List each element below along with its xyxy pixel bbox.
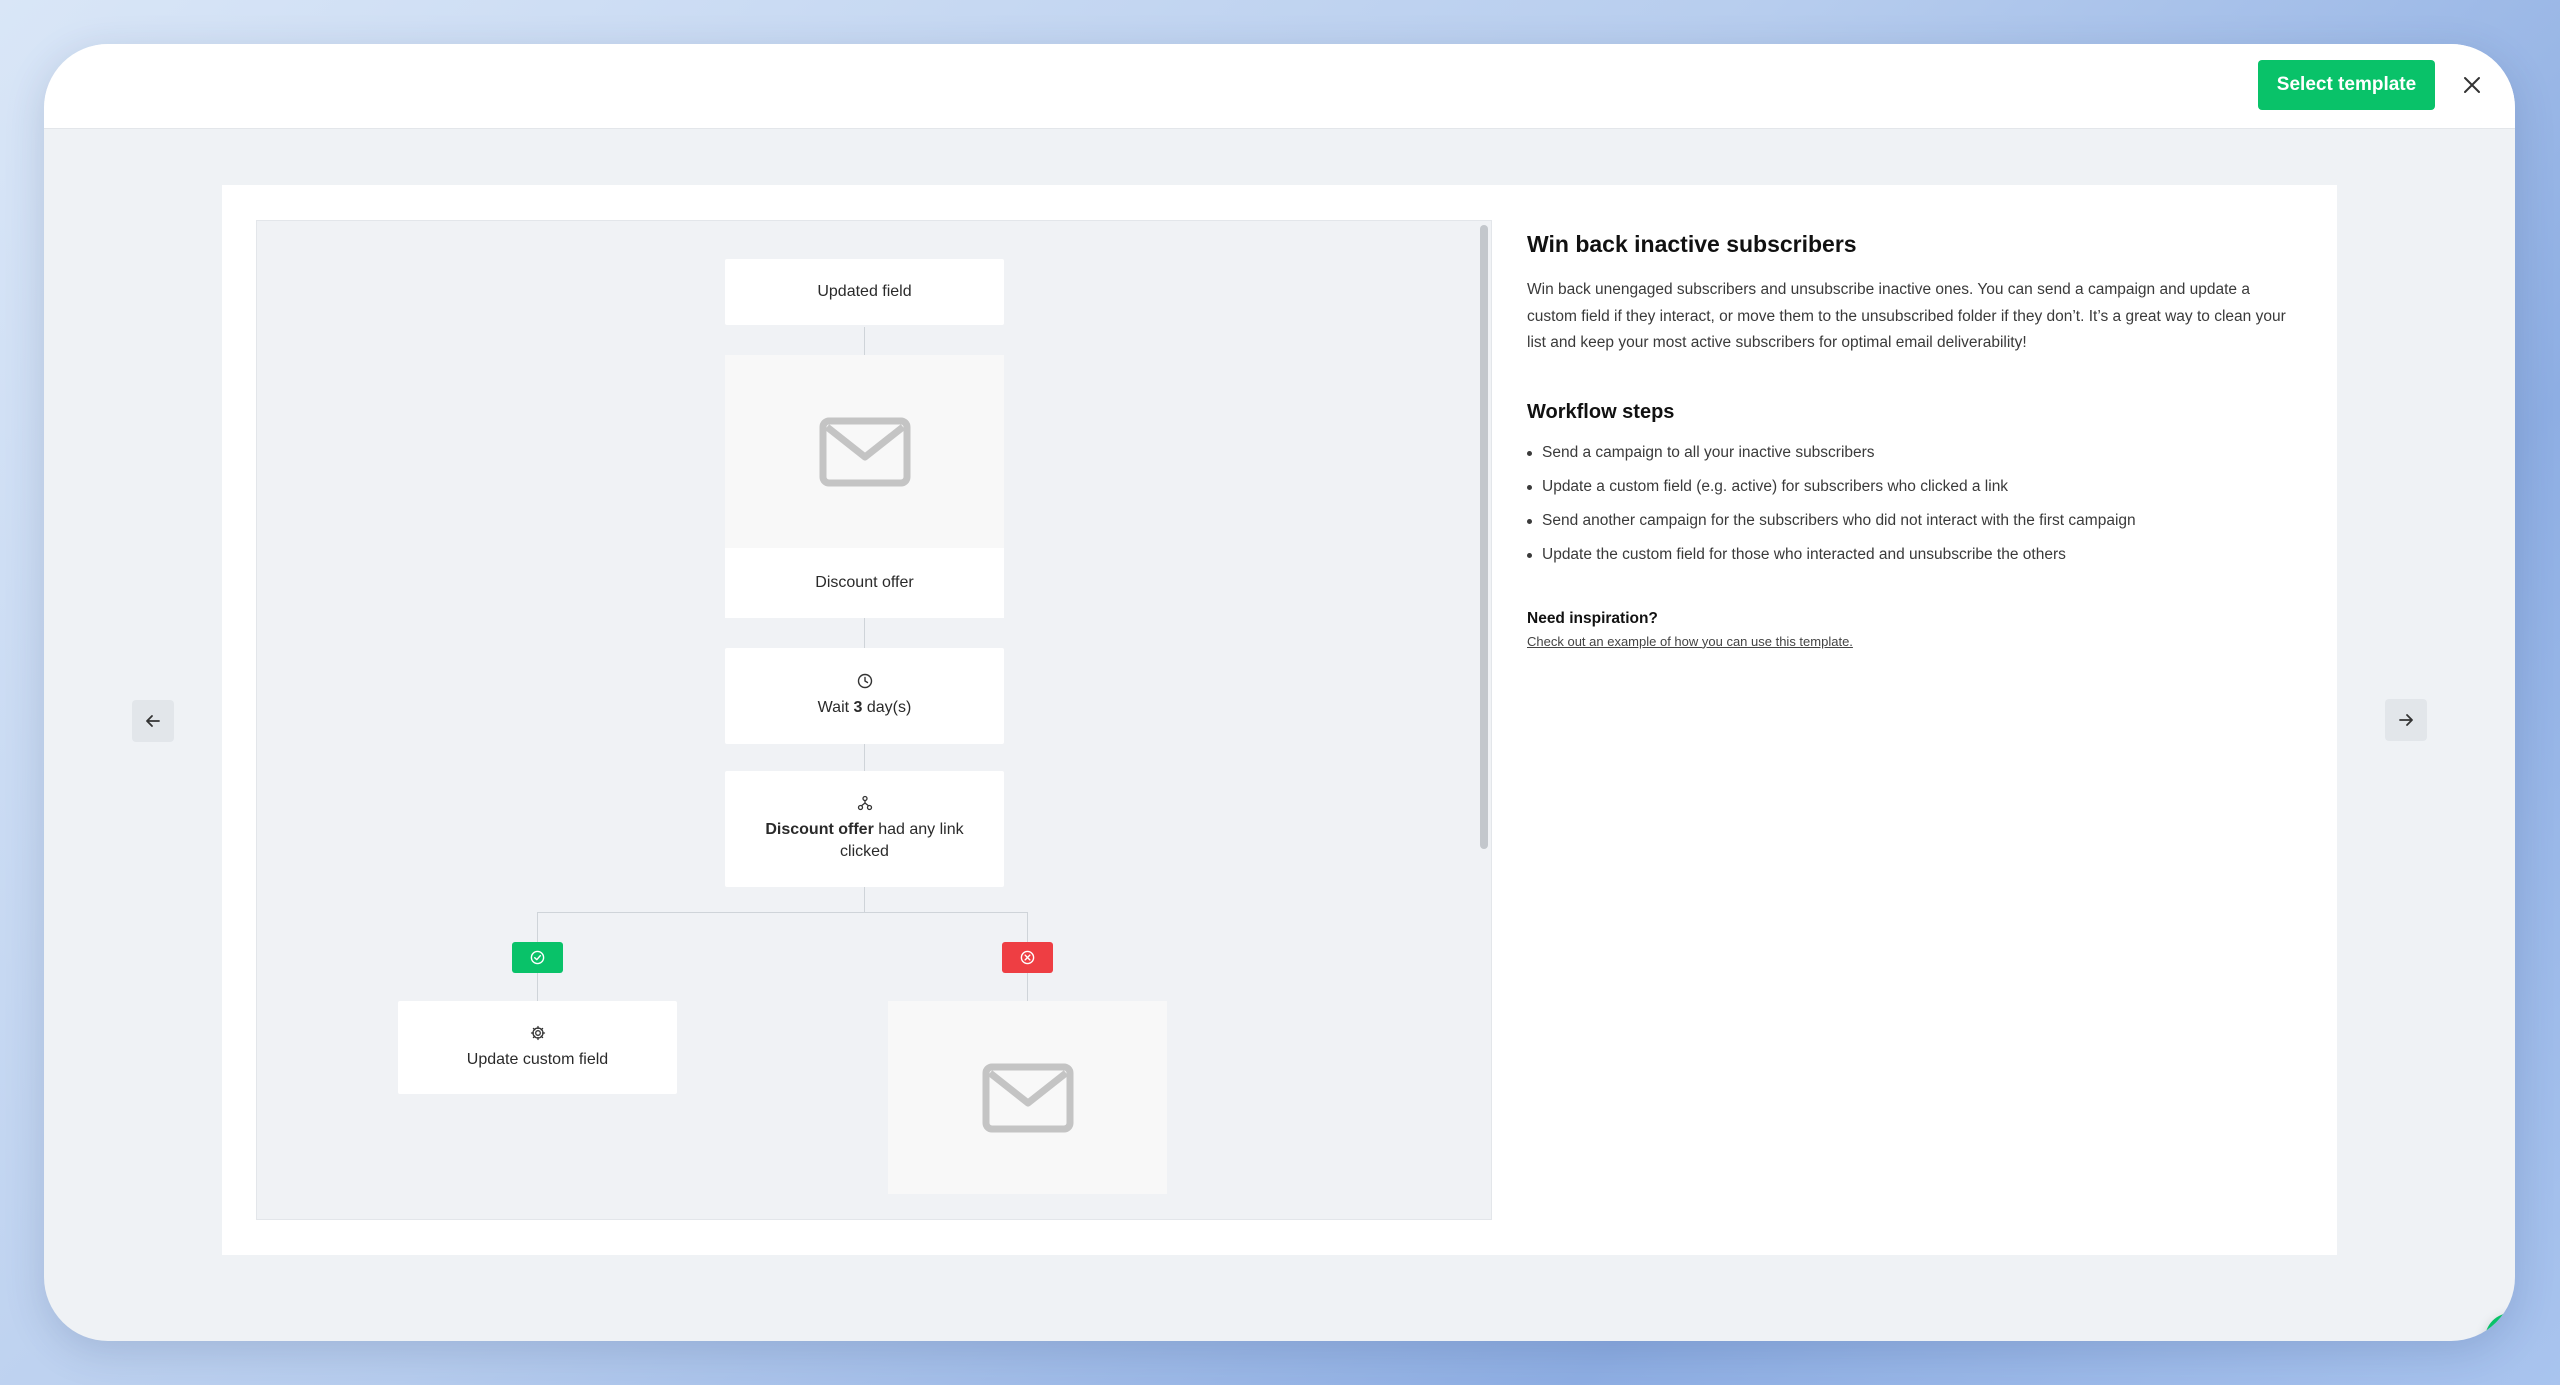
workflow-preview[interactable]: Updated field Discount offer Wait 3 day(… — [256, 220, 1492, 1220]
branch-connector — [537, 912, 1027, 913]
template-info: Win back inactive subscribers Win back u… — [1527, 231, 2287, 651]
workflow-steps-title: Workflow steps — [1527, 400, 1675, 423]
check-circle-icon — [530, 950, 545, 965]
template-description: Win back unengaged subscribers and unsub… — [1527, 281, 2286, 351]
x-circle-icon — [1020, 950, 1035, 965]
gear-icon — [530, 1025, 545, 1040]
yes-branch-badge — [512, 942, 563, 973]
template-preview-modal: Select template Updated field Discount o… — [44, 44, 2515, 1341]
connector-line — [1027, 973, 1028, 1001]
close-icon[interactable] — [2455, 68, 2489, 102]
workflow-step: Send a campaign to all your inactive sub… — [1527, 436, 2287, 470]
update-custom-field-label: Update custom field — [466, 1050, 609, 1068]
previous-template-button[interactable] — [132, 700, 174, 742]
update-custom-field-node[interactable]: Update custom field — [398, 1001, 677, 1094]
email-thumbnail — [725, 355, 1004, 548]
workflow-step: Update a custom field (e.g. active) for … — [1527, 470, 2287, 504]
next-template-button[interactable] — [2385, 699, 2427, 741]
workflow-step: Update the custom field for those who in… — [1527, 538, 2287, 572]
inspiration-link[interactable]: Check out an example of how you can use … — [1527, 634, 1853, 649]
connector-line — [864, 618, 865, 648]
modal-header: Select template — [44, 44, 2515, 129]
envelope-icon — [819, 417, 910, 486]
arrow-left-icon — [146, 715, 160, 727]
email-node-discount-offer[interactable]: Discount offer — [725, 355, 1004, 618]
trigger-label: Updated field — [817, 283, 912, 300]
clock-icon — [857, 673, 872, 689]
envelope-icon — [982, 1063, 1073, 1132]
split-icon — [857, 795, 872, 811]
workflow-step: Send another campaign for the subscriber… — [1527, 504, 2287, 538]
template-card: Updated field Discount offer Wait 3 day(… — [222, 185, 2337, 1255]
template-title: Win back inactive subscribers — [1527, 231, 1857, 257]
email-thumbnail — [888, 1001, 1167, 1194]
condition-text: Discount offer had any link clicked — [765, 821, 964, 860]
condition-node[interactable]: Discount offer had any link clicked — [725, 771, 1004, 887]
chat-icon — [2502, 1330, 2515, 1341]
preview-scrollbar[interactable] — [1480, 225, 1488, 849]
wait-text: Wait 3 day(s) — [817, 699, 912, 716]
connector-line — [1027, 912, 1028, 942]
connector-line — [537, 912, 538, 942]
chat-button[interactable] — [2485, 1313, 2515, 1341]
email-label: Discount offer — [815, 574, 914, 591]
email-node-followup[interactable] — [888, 1001, 1167, 1194]
wait-node[interactable]: Wait 3 day(s) — [725, 648, 1004, 744]
connector-line — [864, 327, 865, 355]
select-template-button[interactable]: Select template — [2258, 60, 2435, 110]
connector-line — [864, 887, 865, 912]
arrow-right-icon — [2399, 714, 2413, 726]
trigger-node[interactable]: Updated field — [725, 259, 1004, 325]
no-branch-badge — [1002, 942, 1053, 973]
inspiration-title: Need inspiration? — [1527, 609, 1658, 627]
workflow-steps-list: Send a campaign to all your inactive sub… — [1527, 436, 2287, 572]
connector-line — [537, 973, 538, 1001]
connector-line — [864, 744, 865, 771]
